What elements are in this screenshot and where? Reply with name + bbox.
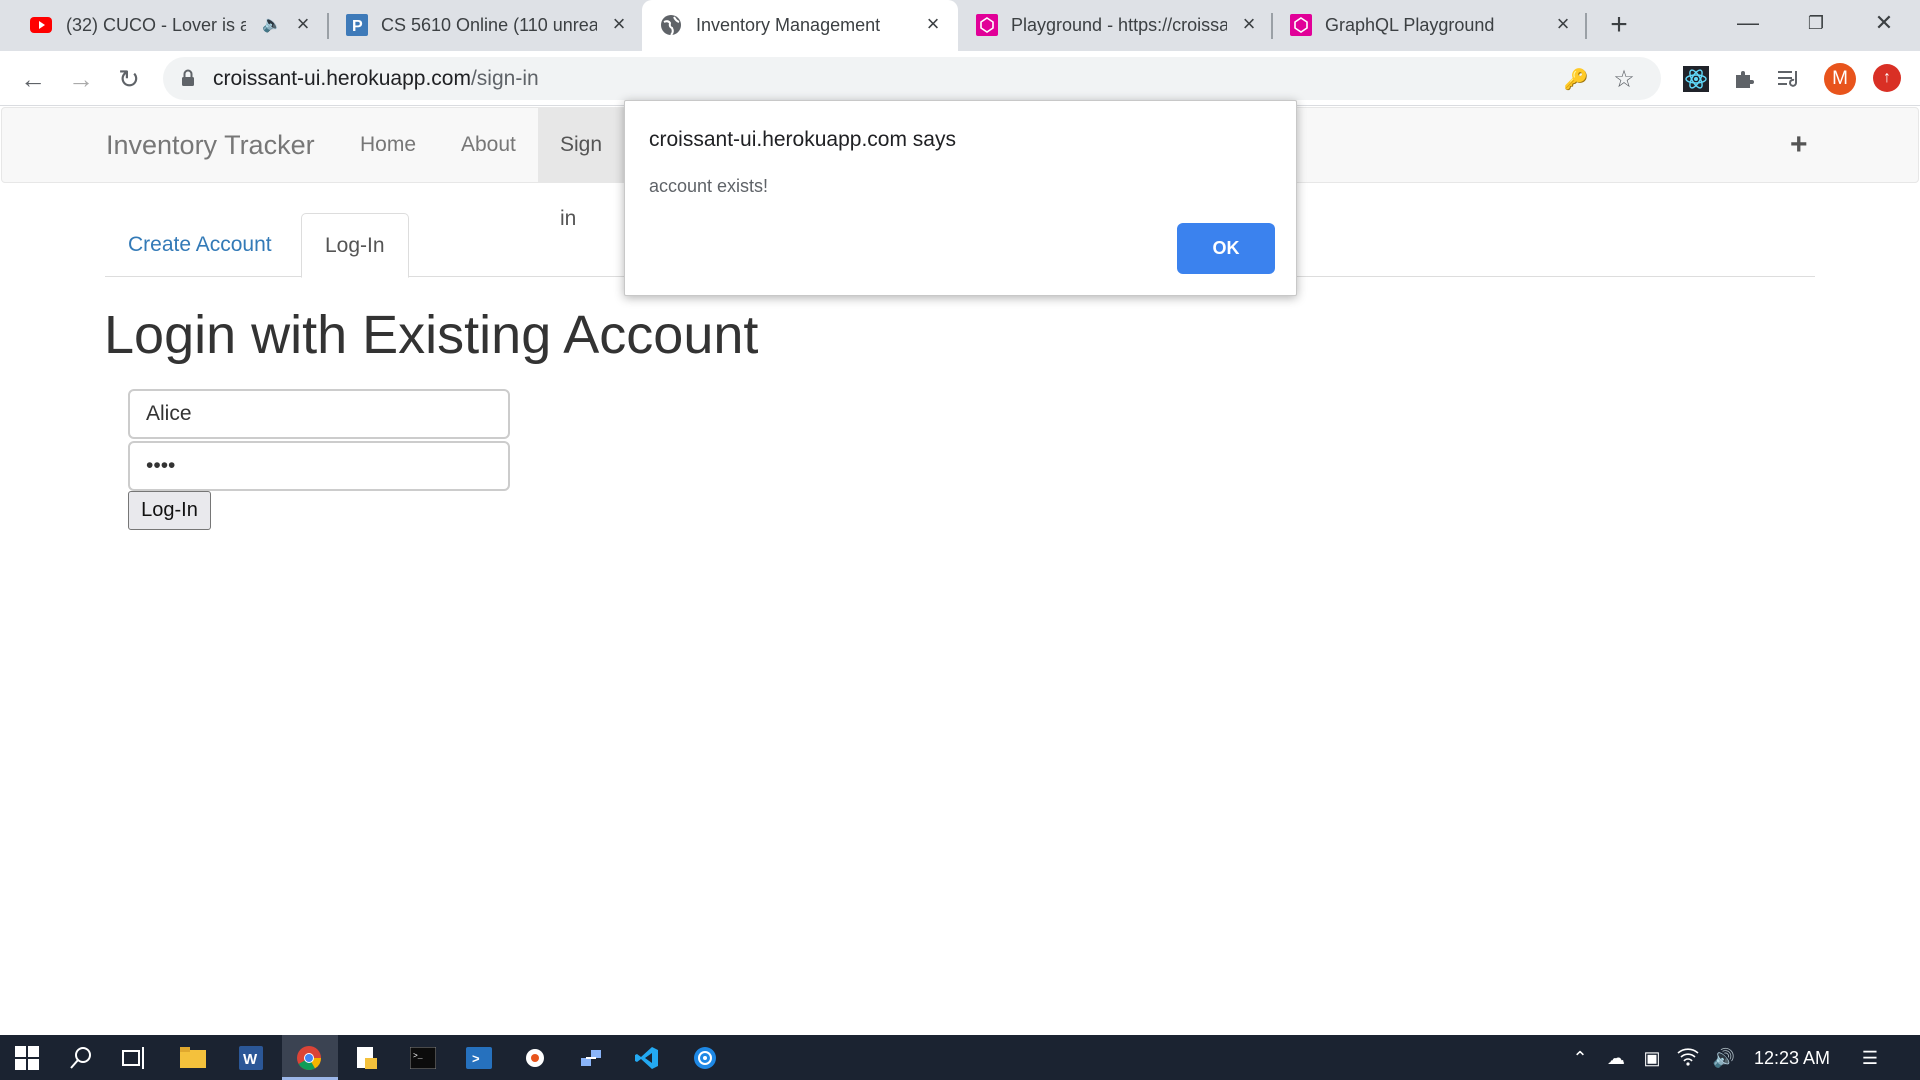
- ok-button[interactable]: OK: [1177, 223, 1275, 274]
- alert-title: croissant-ui.herokuapp.com says: [649, 128, 956, 151]
- search-icon[interactable]: [64, 1041, 98, 1075]
- svg-text:P: P: [352, 18, 363, 35]
- profile-avatar[interactable]: M: [1824, 63, 1856, 95]
- display-icon[interactable]: ▣: [1640, 1046, 1664, 1070]
- audio-playing-icon[interactable]: 🔈: [262, 14, 282, 34]
- media-queue-icon[interactable]: [1776, 65, 1804, 93]
- plus-icon[interactable]: +: [1790, 130, 1808, 160]
- tab-divider: [1271, 13, 1273, 39]
- close-icon[interactable]: ×: [922, 13, 944, 35]
- tab-create-account[interactable]: Create Account: [105, 213, 295, 277]
- system-clock[interactable]: 12:23 AM: [1754, 1046, 1830, 1070]
- alert-message: account exists!: [649, 176, 769, 196]
- browser-tab-graphql-playground[interactable]: GraphQL Playground ×: [1274, 0, 1584, 51]
- browser-tab-playground[interactable]: Playground - https://croissa ×: [960, 0, 1270, 51]
- browser-tab-piazza[interactable]: P CS 5610 Online (110 unread ×: [330, 0, 640, 51]
- url-path: /sign-in: [470, 67, 539, 90]
- word-icon[interactable]: W: [234, 1041, 268, 1075]
- volume-icon[interactable]: 🔊: [1712, 1046, 1736, 1070]
- close-window-button[interactable]: ✕: [1864, 8, 1904, 38]
- terminal-icon[interactable]: >_: [406, 1041, 440, 1075]
- key-icon[interactable]: 🔑: [1563, 67, 1589, 93]
- powershell-icon[interactable]: >: [462, 1041, 496, 1075]
- document-editor-icon[interactable]: [350, 1041, 384, 1075]
- update-arrow-icon[interactable]: ↑: [1873, 64, 1901, 92]
- tab-divider: [1585, 13, 1587, 39]
- globe-icon: [660, 14, 682, 36]
- graphql-icon: [1290, 14, 1312, 36]
- forward-arrow-icon[interactable]: →: [66, 64, 96, 94]
- uplay-icon[interactable]: [688, 1041, 722, 1075]
- windows-start-icon[interactable]: [10, 1041, 44, 1075]
- tab-title: GraphQL Playground: [1325, 15, 1495, 35]
- new-tab-button[interactable]: +: [1604, 10, 1634, 40]
- browser-tab-inventory[interactable]: Inventory Management ×: [642, 0, 958, 51]
- task-view-icon[interactable]: [118, 1041, 152, 1075]
- bookmark-star-icon[interactable]: ☆: [1611, 67, 1637, 93]
- nav-about[interactable]: About: [439, 108, 538, 182]
- log-in-button[interactable]: Log-In: [128, 491, 211, 530]
- network-app-icon[interactable]: [574, 1041, 608, 1075]
- nav-home[interactable]: Home: [338, 108, 438, 182]
- username-input[interactable]: [128, 389, 510, 439]
- alert-dialog: croissant-ui.herokuapp.com says account …: [624, 100, 1297, 296]
- react-devtools-icon[interactable]: [1682, 65, 1710, 93]
- tab-log-in[interactable]: Log-In: [301, 213, 409, 278]
- wifi-icon[interactable]: [1676, 1046, 1700, 1070]
- extensions-puzzle-icon[interactable]: [1730, 65, 1758, 93]
- chevron-up-icon[interactable]: ⌃: [1568, 1046, 1592, 1070]
- brand-link[interactable]: Inventory Tracker: [106, 128, 315, 162]
- windows-taskbar: W >_ > ⌃ ☁ ▣ 🔊 12:23 AM ☰: [0, 1035, 1920, 1080]
- tab-title: Inventory Management: [696, 15, 881, 35]
- vscode-icon[interactable]: [630, 1041, 664, 1075]
- back-arrow-icon[interactable]: ←: [18, 64, 48, 94]
- close-icon[interactable]: ×: [608, 13, 630, 35]
- close-icon[interactable]: ×: [1552, 13, 1574, 35]
- tab-title: CS 5610 Online (110 unread: [381, 15, 597, 35]
- graphql-icon: [976, 14, 998, 36]
- notifications-icon[interactable]: ☰: [1858, 1046, 1882, 1070]
- url-host: croissant-ui.herokuapp.com: [213, 67, 471, 90]
- svg-text:>_: >_: [413, 1052, 423, 1061]
- close-icon[interactable]: ×: [1238, 13, 1260, 35]
- lock-icon[interactable]: [181, 69, 199, 89]
- nav-sign-in[interactable]: Sign in: [538, 108, 626, 230]
- chrome-icon[interactable]: [292, 1041, 326, 1075]
- tab-divider: [327, 13, 329, 39]
- password-input[interactable]: [128, 441, 510, 491]
- onedrive-cloud-icon[interactable]: ☁: [1604, 1046, 1628, 1070]
- browser-toolbar: ← → ↻ croissant-ui.herokuapp.com/sign-in…: [0, 51, 1920, 106]
- close-icon[interactable]: ×: [292, 13, 314, 35]
- tab-title: (32) CUCO - Lover is a D: [66, 15, 246, 35]
- page-title: Login with Existing Account: [104, 305, 759, 365]
- minimize-button[interactable]: —: [1728, 8, 1768, 38]
- browser-tab-youtube[interactable]: (32) CUCO - Lover is a D 🔈 ×: [0, 0, 326, 51]
- youtube-icon: [30, 14, 52, 36]
- url-text: croissant-ui.herokuapp.com/sign-in: [213, 67, 539, 91]
- svg-text:>: >: [472, 1051, 480, 1066]
- tab-title: Playground - https://croissa: [1011, 15, 1227, 35]
- reload-icon[interactable]: ↻: [114, 64, 144, 94]
- file-explorer-icon[interactable]: [176, 1041, 210, 1075]
- address-bar[interactable]: croissant-ui.herokuapp.com/sign-in 🔑 ☆: [163, 57, 1661, 100]
- piazza-icon: P: [346, 14, 368, 36]
- svg-text:W: W: [243, 1051, 258, 1068]
- restore-button[interactable]: ❐: [1796, 8, 1836, 38]
- app-circle-icon[interactable]: [518, 1041, 552, 1075]
- browser-tab-strip: (32) CUCO - Lover is a D 🔈 × P CS 5610 O…: [0, 0, 1920, 51]
